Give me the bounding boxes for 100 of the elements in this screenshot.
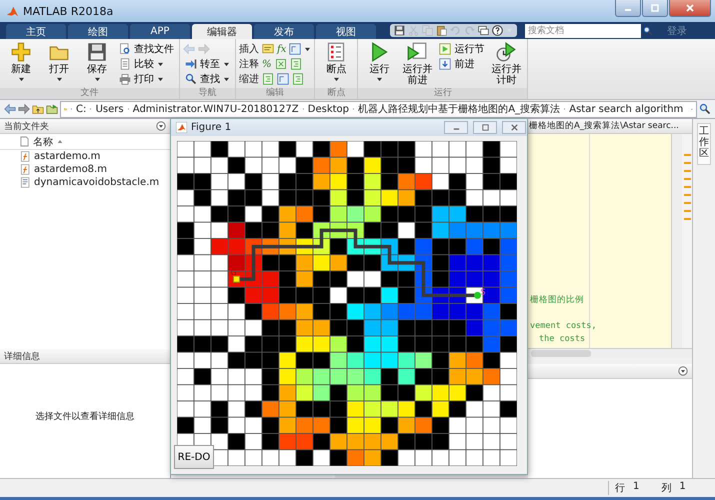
scrollbar[interactable] — [531, 350, 591, 357]
minimize-button[interactable] — [444, 121, 468, 134]
group-label: 运行 — [358, 88, 528, 99]
file-item[interactable]: astardemo.m — [0, 150, 170, 163]
close-icon — [685, 3, 695, 13]
ribbon-button[interactable]: 转至 — [183, 57, 232, 71]
panel-menu-icon[interactable] — [678, 366, 688, 376]
ribbon-button[interactable]: 运行并前进 — [399, 42, 436, 88]
ribbon-button[interactable]: 查找文件 — [117, 42, 176, 56]
lines-box-icon[interactable] — [262, 73, 274, 85]
minimize-button[interactable] — [615, 0, 641, 17]
group-label: 导航 — [180, 88, 235, 99]
clipboard-icon[interactable] — [436, 25, 447, 36]
browse-folder-icon[interactable] — [46, 103, 58, 115]
sort-up-icon — [57, 139, 63, 144]
note-icon[interactable] — [262, 43, 274, 55]
document-icon — [20, 136, 29, 147]
file-item[interactable]: dynamicavoidobstacle.m — [0, 176, 170, 189]
ribbon-button[interactable]: 运行 — [361, 42, 398, 88]
column-value: 1 — [679, 481, 686, 494]
plus-icon — [11, 42, 31, 62]
box-icon[interactable] — [289, 43, 302, 55]
group-label: 文件 — [0, 88, 179, 99]
ribbon-tab[interactable]: 编辑器 — [192, 24, 252, 39]
printer-icon — [119, 73, 131, 85]
editor-tab-title[interactable]: 栅格地图的A_搜索算法\Astar searc... — [529, 120, 679, 132]
details-message: 选择文件以查看详细信息 — [36, 410, 134, 422]
ribbon-tab[interactable]: 主页 — [6, 24, 66, 39]
box-icon[interactable] — [277, 73, 289, 85]
goal-marker-icon — [233, 276, 240, 283]
start-label: S — [480, 287, 486, 296]
search-icon — [643, 26, 653, 36]
close-button[interactable] — [669, 0, 711, 17]
maximize-icon — [650, 3, 660, 13]
save-icon[interactable] — [394, 25, 405, 36]
ribbon-button[interactable]: 运行节 — [437, 42, 486, 56]
back-arrow-icon[interactable] — [4, 103, 16, 115]
play-icon — [369, 42, 390, 62]
ribbon-tab[interactable]: 发布 — [254, 24, 314, 39]
tool-label[interactable]: 插入 — [239, 42, 259, 56]
panel-title: 详细信息 — [4, 350, 40, 362]
path-field[interactable]: C: Users Administrator.WIN7U-20180127Z Desktop 机器人路径规划中基于栅格地图的A_搜索算法 Astar search algorithm — [60, 100, 697, 118]
close-button[interactable] — [502, 121, 526, 134]
close-icon — [510, 123, 518, 132]
search-icon[interactable] — [699, 103, 711, 115]
ribbon-tab[interactable]: 绘图 — [68, 24, 128, 39]
search-icon — [185, 73, 197, 85]
code-comment: the costs — [538, 333, 586, 346]
row-value: 1 — [633, 481, 640, 494]
forward-arrow-icon[interactable] — [18, 103, 30, 115]
play-document-icon — [407, 42, 428, 62]
code-comment: 栅格图的比例 — [530, 294, 585, 307]
column-label: 列 — [661, 482, 672, 495]
maximize-button[interactable] — [642, 0, 668, 17]
document-icon — [119, 58, 131, 70]
windows-icon[interactable] — [478, 25, 489, 36]
cross-box-icon[interactable] — [274, 58, 287, 70]
function-file-icon — [20, 164, 31, 175]
start-marker-icon — [474, 292, 481, 299]
help-icon[interactable] — [492, 25, 503, 36]
search-field[interactable]: 搜索文档 — [525, 24, 641, 38]
window-title: MATLAB R2018a — [23, 4, 114, 18]
tool-label[interactable]: 缩进 — [239, 72, 259, 86]
ribbon-tab[interactable]: 视图 — [316, 24, 376, 39]
row-label: 行 — [615, 482, 625, 495]
ribbon-button[interactable]: 比较 — [117, 57, 176, 71]
folder-up-icon[interactable] — [32, 103, 44, 115]
ribbon-tab[interactable]: APP — [130, 24, 190, 39]
lines-box-icon[interactable] — [292, 73, 304, 85]
redo-button[interactable]: RE-DO — [174, 445, 214, 469]
figure-title: Figure 1 — [191, 122, 232, 133]
file-item[interactable]: astardemo8.m — [0, 163, 170, 176]
ribbon-button[interactable]: 打印 — [117, 72, 176, 86]
panel-menu-icon[interactable] — [156, 121, 166, 131]
find-file-icon — [119, 43, 131, 55]
lines-box-icon[interactable] — [290, 58, 302, 70]
ribbon-button[interactable]: 断点 — [318, 42, 354, 88]
breakpoint-list-icon — [326, 42, 346, 62]
matlab-logo-icon — [176, 122, 187, 133]
ribbon-button[interactable]: 保存 — [79, 42, 115, 88]
column-header[interactable]: 名称 — [0, 134, 170, 150]
group-label: 断点 — [315, 88, 358, 99]
ribbon-button[interactable]: 查找 — [183, 72, 232, 86]
group-label: 编辑 — [236, 88, 314, 99]
ribbon-button[interactable]: 新建 — [3, 42, 39, 88]
tool-glyph[interactable]: fx — [277, 44, 286, 54]
arrow-right-bar-icon — [185, 58, 197, 70]
ribbon-button[interactable]: 前进 — [437, 57, 486, 71]
scrollbar[interactable] — [671, 134, 682, 348]
maximize-icon — [480, 123, 490, 132]
workspace-tab[interactable]: 工作区 — [697, 123, 711, 165]
caret-icon[interactable] — [304, 46, 312, 52]
play-section-icon — [439, 43, 452, 55]
maximize-button[interactable] — [473, 121, 497, 134]
ribbon-button[interactable]: 运行并计时 — [488, 42, 524, 88]
tool-glyph[interactable]: % — [262, 58, 272, 70]
panel-title: 当前文件夹 — [4, 120, 49, 132]
ribbon-button[interactable]: 打开 — [41, 42, 77, 88]
tool-label[interactable]: 注释 — [239, 57, 259, 71]
login-link[interactable]: 登录 — [667, 24, 687, 38]
